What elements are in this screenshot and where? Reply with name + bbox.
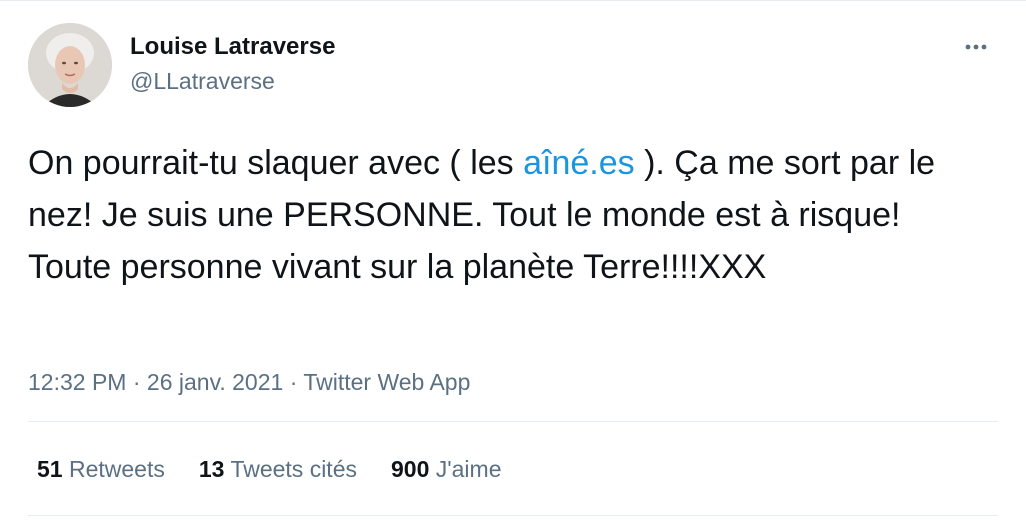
tweet-date[interactable]: 26 janv. 2021 — [147, 369, 283, 395]
avatar[interactable] — [28, 23, 112, 107]
more-horizontal-icon — [965, 44, 987, 50]
tweet-text-before: On pourrait-tu slaquer avec ( les — [28, 144, 524, 182]
divider — [28, 421, 998, 422]
likes-stat[interactable]: 900 J'aime — [391, 456, 502, 483]
tweet-source[interactable]: Twitter Web App — [303, 369, 470, 395]
retweets-label: Retweets — [68, 456, 165, 482]
quotes-count: 13 — [198, 456, 225, 482]
quotes-label: Tweets cités — [230, 456, 357, 482]
meta-separator: · — [283, 369, 304, 395]
likes-count: 900 — [390, 456, 430, 482]
tweet-meta: 12:32 PM · 26 janv. 2021 · Twitter Web A… — [28, 369, 470, 396]
author-handle[interactable]: @LLatraverse — [130, 68, 275, 95]
divider — [28, 515, 998, 516]
tweet-time[interactable]: 12:32 PM — [28, 369, 126, 395]
quote-tweets-stat[interactable]: 13 Tweets cités — [199, 456, 357, 483]
likes-label: J'aime — [435, 456, 502, 482]
tweet-text: On pourrait-tu slaquer avec ( les aîné.e… — [28, 137, 988, 293]
tweet-card: Louise Latraverse @LLatraverse On pourra… — [0, 0, 1026, 524]
retweets-count: 51 — [37, 456, 63, 482]
avatar-portrait-icon — [28, 23, 112, 107]
tweet-stats: 51 Retweets 13 Tweets cités 900 J'aime — [37, 456, 502, 483]
meta-separator: · — [126, 369, 147, 395]
author-name[interactable]: Louise Latraverse — [130, 33, 335, 61]
retweets-stat[interactable]: 51 Retweets — [37, 456, 165, 483]
hashtag-link[interactable]: aîné.es — [523, 144, 635, 182]
more-options-button[interactable] — [956, 33, 996, 61]
